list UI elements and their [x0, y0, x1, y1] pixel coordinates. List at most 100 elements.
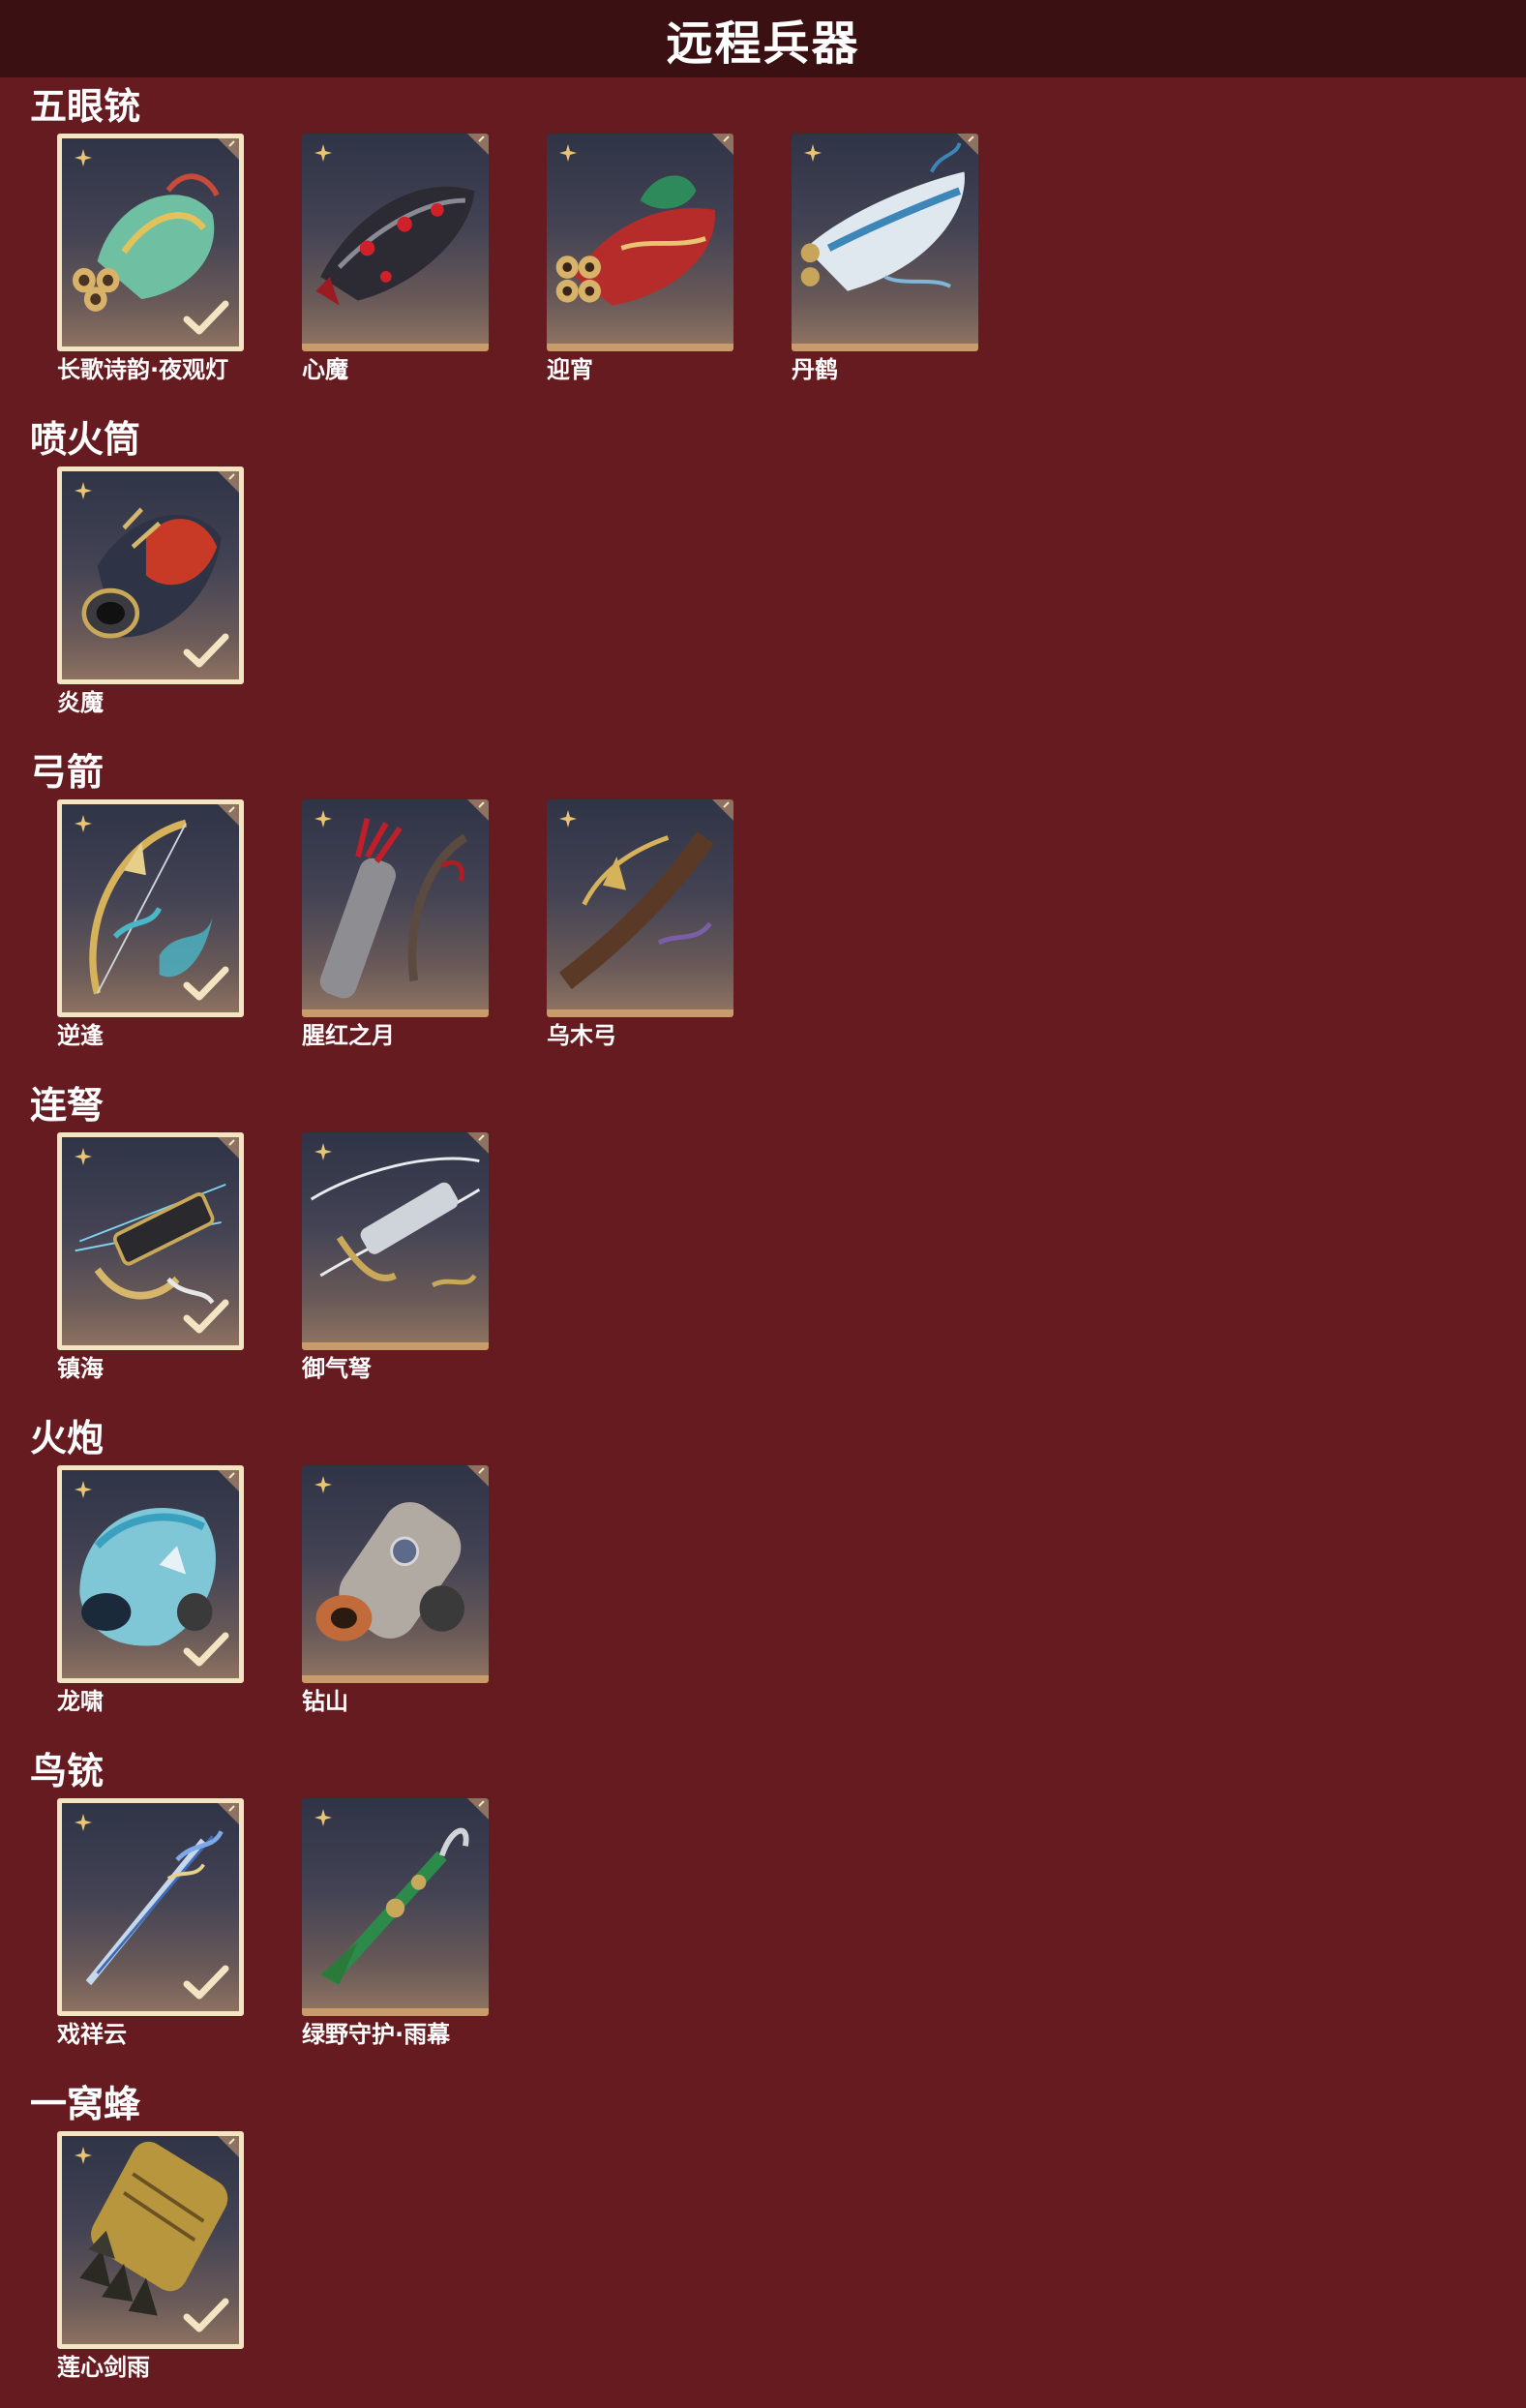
- weapon-thumbnail[interactable]: [792, 134, 978, 351]
- weapon-name: 心魔: [302, 356, 348, 383]
- equipped-check-icon: [183, 300, 229, 335]
- weapon-section: 喷火筒 炎魔: [0, 418, 1526, 737]
- corner-tag-icon: [957, 134, 978, 155]
- section-title: 弓箭: [30, 751, 105, 794]
- weapon-thumbnail[interactable]: [302, 799, 489, 1017]
- weapon-name: 腥红之月: [302, 1022, 395, 1049]
- section-title: 火炮: [30, 1417, 105, 1460]
- weapon-section: 五眼铳 长歌诗韵·夜观灯 心魔 迎宵 丹鹤: [0, 85, 1526, 405]
- section-title: 五眼铳: [30, 85, 141, 128]
- equipped-check-icon: [183, 1965, 229, 2000]
- weapon-thumbnail[interactable]: [302, 1798, 489, 2016]
- weapon-name: 绿野守护·雨幕: [302, 2021, 451, 2048]
- weapon-card[interactable]: 炎魔: [57, 467, 244, 717]
- section-title: 喷火筒: [30, 418, 141, 461]
- corner-tag-icon: [712, 134, 733, 155]
- weapon-section: 连弩 镇海 御气弩: [0, 1084, 1526, 1403]
- star-badge-icon: [559, 810, 577, 828]
- star-badge-icon: [804, 144, 822, 162]
- weapon-card[interactable]: 绿野守护·雨幕: [302, 1798, 489, 2049]
- weapon-thumbnail[interactable]: [57, 134, 244, 351]
- corner-tag-icon: [218, 1470, 239, 1491]
- weapon-card[interactable]: 丹鹤: [792, 134, 978, 384]
- weapon-card[interactable]: 乌木弓: [547, 799, 733, 1050]
- corner-tag-icon: [218, 1803, 239, 1824]
- corner-tag-icon: [218, 1137, 239, 1159]
- equipped-check-icon: [183, 1299, 229, 1334]
- weapon-card[interactable]: 心魔: [302, 134, 489, 384]
- weapon-card[interactable]: 迎宵: [547, 134, 733, 384]
- corner-tag-icon: [467, 1798, 489, 1820]
- weapon-card[interactable]: 长歌诗韵·夜观灯: [57, 134, 244, 384]
- weapon-name: 长歌诗韵·夜观灯: [57, 356, 229, 383]
- star-badge-icon: [75, 1148, 92, 1165]
- weapon-section: 弓箭 逆逢 腥红之月 乌木弓: [0, 751, 1526, 1070]
- weapon-thumbnail[interactable]: [57, 2131, 244, 2349]
- weapon-thumbnail[interactable]: [57, 1132, 244, 1350]
- weapon-card[interactable]: 莲心剑雨: [57, 2131, 244, 2382]
- equipped-check-icon: [183, 633, 229, 668]
- corner-tag-icon: [712, 799, 733, 821]
- weapon-name: 莲心剑雨: [57, 2354, 150, 2381]
- weapon-card[interactable]: 镇海: [57, 1132, 244, 1383]
- five-barrel-gun-demon-icon: [315, 186, 475, 306]
- star-badge-icon: [75, 1814, 92, 1831]
- weapon-thumbnail[interactable]: [547, 134, 733, 351]
- weapon-section: 一窝蜂 莲心剑雨: [0, 2083, 1526, 2402]
- weapon-thumbnail[interactable]: [57, 467, 244, 684]
- weapon-card[interactable]: 御气弩: [302, 1132, 489, 1383]
- bow-ebony-icon: [558, 831, 714, 990]
- star-badge-icon: [314, 810, 332, 828]
- weapon-name: 御气弩: [302, 1355, 372, 1382]
- corner-tag-icon: [467, 1465, 489, 1487]
- weapon-name: 钻山: [302, 1688, 348, 1715]
- weapon-thumbnail[interactable]: [302, 1465, 489, 1683]
- weapon-thumbnail[interactable]: [57, 1798, 244, 2016]
- equipped-check-icon: [183, 966, 229, 1001]
- weapon-thumbnail[interactable]: [547, 799, 733, 1017]
- weapon-name: 炎魔: [57, 689, 104, 716]
- weapon-card[interactable]: 龙啸: [57, 1465, 244, 1716]
- corner-tag-icon: [467, 134, 489, 155]
- star-badge-icon: [314, 1143, 332, 1160]
- weapon-name: 丹鹤: [792, 356, 838, 383]
- corner-tag-icon: [218, 804, 239, 826]
- weapon-card[interactable]: 逆逢: [57, 799, 244, 1050]
- weapon-card[interactable]: 钻山: [302, 1465, 489, 1716]
- weapon-name: 逆逢: [57, 1022, 104, 1049]
- page-header: 远程兵器: [0, 0, 1526, 77]
- corner-tag-icon: [218, 2136, 239, 2157]
- weapon-name: 戏祥云: [57, 2021, 127, 2048]
- section-title: 鸟铳: [30, 1750, 105, 1792]
- weapon-thumbnail[interactable]: [302, 134, 489, 351]
- weapon-section: 鸟铳 戏祥云 绿野守护·雨幕: [0, 1750, 1526, 2069]
- weapon-thumbnail[interactable]: [57, 799, 244, 1017]
- weapon-card[interactable]: 腥红之月: [302, 799, 489, 1050]
- equipped-check-icon: [183, 2298, 229, 2333]
- weapon-name: 镇海: [57, 1355, 104, 1382]
- star-badge-icon: [75, 2147, 92, 2164]
- corner-tag-icon: [467, 1132, 489, 1154]
- musket-green-icon: [320, 1827, 469, 1985]
- star-badge-icon: [559, 144, 577, 162]
- star-badge-icon: [75, 815, 92, 832]
- star-badge-icon: [75, 1481, 92, 1498]
- five-barrel-gun-red-icon: [555, 175, 716, 306]
- cannon-icon: [315, 1502, 464, 1641]
- weapon-name: 迎宵: [547, 356, 593, 383]
- crossbow-silver-icon: [310, 1157, 481, 1288]
- corner-tag-icon: [218, 471, 239, 493]
- five-barrel-gun-crane-icon: [800, 142, 965, 291]
- bow-crimson-icon: [319, 818, 468, 999]
- star-badge-icon: [314, 1809, 332, 1826]
- corner-tag-icon: [467, 799, 489, 821]
- weapon-thumbnail[interactable]: [302, 1132, 489, 1350]
- weapon-thumbnail[interactable]: [57, 1465, 244, 1683]
- star-badge-icon: [314, 144, 332, 162]
- weapon-name: 乌木弓: [547, 1022, 616, 1049]
- section-title: 一窝蜂: [30, 2083, 141, 2125]
- equipped-check-icon: [183, 1632, 229, 1667]
- weapon-card[interactable]: 戏祥云: [57, 1798, 244, 2049]
- corner-tag-icon: [218, 138, 239, 160]
- page-title: 远程兵器: [666, 16, 860, 71]
